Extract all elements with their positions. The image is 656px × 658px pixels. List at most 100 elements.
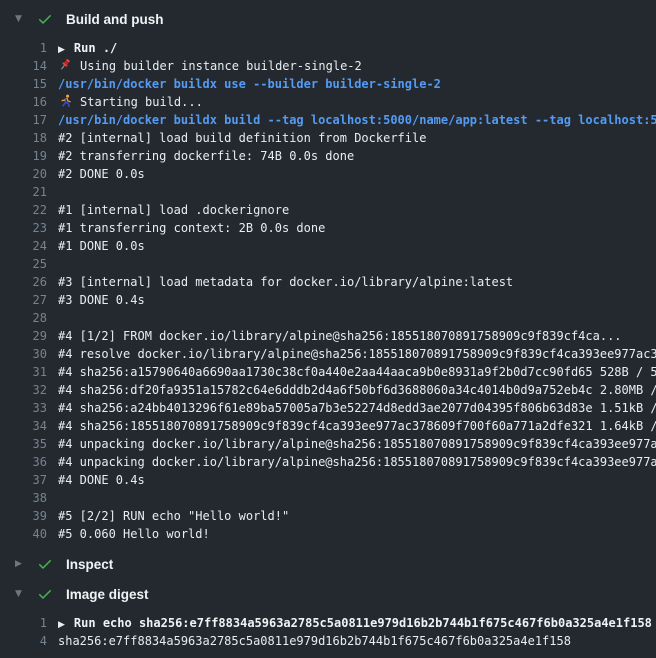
log-line-text: #4 unpacking docker.io/library/alpine@sh… <box>58 435 656 453</box>
step-inspect: ▶ Inspect <box>0 549 656 579</box>
line-number-link[interactable]: 26 <box>0 273 47 291</box>
log-line: 33 #4 sha256:a24bb4013296f61e89ba57005a7… <box>0 399 656 417</box>
line-number-link[interactable]: 4 <box>0 632 47 650</box>
log-line: 22 #1 [internal] load .dockerignore <box>0 201 656 219</box>
line-number-link[interactable]: 22 <box>0 201 47 219</box>
runner-icon <box>58 94 73 108</box>
log-line: 18 #2 [internal] load build definition f… <box>0 129 656 147</box>
log-line: 21 <box>0 183 656 201</box>
log-line-text: #4 resolve docker.io/library/alpine@sha2… <box>58 345 656 363</box>
line-number-link[interactable]: 40 <box>0 525 47 543</box>
line-number-link[interactable]: 29 <box>0 327 47 345</box>
log-line-text: #3 [internal] load metadata for docker.i… <box>58 273 513 291</box>
step-title: Image digest <box>66 587 149 602</box>
log-line: 25 <box>0 255 656 273</box>
log-line-text: #5 [2/2] RUN echo "Hello world!" <box>58 507 289 525</box>
step-log-lines: 1 ▶Run echo sha256:e7ff8834a5963a2785c5a… <box>0 609 656 650</box>
log-line: 40 #5 0.060 Hello world! <box>0 525 656 543</box>
log-line-text: #4 DONE 0.4s <box>58 471 145 489</box>
line-number-link[interactable]: 31 <box>0 363 47 381</box>
log-line: 19 #2 transferring dockerfile: 74B 0.0s … <box>0 147 656 165</box>
line-number-link[interactable]: 15 <box>0 75 47 93</box>
log-line-text: #5 0.060 Hello world! <box>58 525 210 543</box>
line-number-link[interactable]: 35 <box>0 435 47 453</box>
log-line-text: #4 unpacking docker.io/library/alpine@sh… <box>58 453 656 471</box>
line-number-link[interactable]: 1 <box>0 39 47 57</box>
step-title: Build and push <box>66 12 164 27</box>
log-line: 14 Using builder instance builder-single… <box>0 57 656 75</box>
step-image-digest: ▼ Image digest 1 ▶Run echo sha256:e7ff88… <box>0 579 656 650</box>
line-number-link[interactable]: 18 <box>0 129 47 147</box>
log-line-text: Using builder instance builder-single-2 <box>58 57 362 75</box>
chevron-down-icon[interactable]: ▼ <box>15 589 25 599</box>
step-header-build-and-push[interactable]: ▼ Build and push <box>0 4 656 34</box>
line-number-link[interactable]: 36 <box>0 453 47 471</box>
step-title: Inspect <box>66 557 113 572</box>
log-line-text: sha256:e7ff8834a5963a2785c5a0811e979d16b… <box>58 632 571 650</box>
check-success-icon <box>37 586 53 602</box>
log-line-text: /usr/bin/docker buildx build --tag local… <box>58 111 656 129</box>
line-number-link[interactable]: 33 <box>0 399 47 417</box>
log-line: 16 Starting build... <box>0 93 656 111</box>
line-number-link[interactable]: 14 <box>0 57 47 75</box>
log-line-text: #2 DONE 0.0s <box>58 165 145 183</box>
check-success-icon <box>37 11 53 27</box>
log-line: 1 ▶Run echo sha256:e7ff8834a5963a2785c5a… <box>0 614 656 632</box>
check-success-icon <box>37 556 53 572</box>
log-line: 29 #4 [1/2] FROM docker.io/library/alpin… <box>0 327 656 345</box>
log-line: 17 /usr/bin/docker buildx build --tag lo… <box>0 111 656 129</box>
log-line-text: #1 transferring context: 2B 0.0s done <box>58 219 325 237</box>
log-line-text: #4 [1/2] FROM docker.io/library/alpine@s… <box>58 327 622 345</box>
log-line: 23 #1 transferring context: 2B 0.0s done <box>0 219 656 237</box>
line-number-link[interactable]: 1 <box>0 614 47 632</box>
log-line-text: #2 [internal] load build definition from… <box>58 129 426 147</box>
log-line: 1 ▶Run ./ <box>0 39 656 57</box>
line-number-link[interactable]: 21 <box>0 183 47 201</box>
log-line: 24 #1 DONE 0.0s <box>0 237 656 255</box>
line-number-link[interactable]: 17 <box>0 111 47 129</box>
log-line-text: Starting build... <box>58 93 203 111</box>
pushpin-icon <box>58 58 73 72</box>
line-number-link[interactable]: 32 <box>0 381 47 399</box>
line-number-link[interactable]: 19 <box>0 147 47 165</box>
line-number-link[interactable]: 24 <box>0 237 47 255</box>
line-number-link[interactable]: 27 <box>0 291 47 309</box>
log-line-text: ▶Run ./ <box>58 39 117 57</box>
line-number-link[interactable]: 30 <box>0 345 47 363</box>
line-number-link[interactable]: 38 <box>0 489 47 507</box>
log-line: 4 sha256:e7ff8834a5963a2785c5a0811e979d1… <box>0 632 656 650</box>
step-log-lines: 1 ▶Run ./ 14 Using builder instance buil… <box>0 34 656 549</box>
log-line: 34 #4 sha256:185518070891758909c9f839cf4… <box>0 417 656 435</box>
step-build-and-push: ▼ Build and push 1 ▶Run ./ 14 Using buil… <box>0 4 656 549</box>
log-line-text: #4 sha256:df20fa9351a15782c64e6dddb2d4a6… <box>58 381 656 399</box>
log-line-text: #4 sha256:a24bb4013296f61e89ba57005a7b3e… <box>58 399 656 417</box>
log-line: 32 #4 sha256:df20fa9351a15782c64e6dddb2d… <box>0 381 656 399</box>
log-line: 27 #3 DONE 0.4s <box>0 291 656 309</box>
log-line: 37 #4 DONE 0.4s <box>0 471 656 489</box>
log-line: 31 #4 sha256:a15790640a6690aa1730c38cf0a… <box>0 363 656 381</box>
log-line: 30 #4 resolve docker.io/library/alpine@s… <box>0 345 656 363</box>
chevron-down-icon[interactable]: ▼ <box>15 14 25 24</box>
log-line-text: #4 sha256:a15790640a6690aa1730c38cf0a440… <box>58 363 656 381</box>
line-number-link[interactable]: 37 <box>0 471 47 489</box>
log-line-text: ▶Run echo sha256:e7ff8834a5963a2785c5a08… <box>58 614 652 632</box>
line-number-link[interactable]: 34 <box>0 417 47 435</box>
log-line: 38 <box>0 489 656 507</box>
line-number-link[interactable]: 16 <box>0 93 47 111</box>
log-line-text: #1 DONE 0.0s <box>58 237 145 255</box>
log-line: 20 #2 DONE 0.0s <box>0 165 656 183</box>
line-number-link[interactable]: 23 <box>0 219 47 237</box>
workflow-log-viewer: ▼ Build and push 1 ▶Run ./ 14 Using buil… <box>0 4 656 650</box>
log-line: 28 <box>0 309 656 327</box>
log-line: 35 #4 unpacking docker.io/library/alpine… <box>0 435 656 453</box>
chevron-right-icon[interactable]: ▶ <box>15 559 25 569</box>
line-number-link[interactable]: 28 <box>0 309 47 327</box>
step-header-inspect[interactable]: ▶ Inspect <box>0 549 656 579</box>
step-header-image-digest[interactable]: ▼ Image digest <box>0 579 656 609</box>
line-number-link[interactable]: 25 <box>0 255 47 273</box>
line-number-link[interactable]: 20 <box>0 165 47 183</box>
log-line-text: #2 transferring dockerfile: 74B 0.0s don… <box>58 147 354 165</box>
log-line: 15 /usr/bin/docker buildx use --builder … <box>0 75 656 93</box>
line-number-link[interactable]: 39 <box>0 507 47 525</box>
log-line: 26 #3 [internal] load metadata for docke… <box>0 273 656 291</box>
